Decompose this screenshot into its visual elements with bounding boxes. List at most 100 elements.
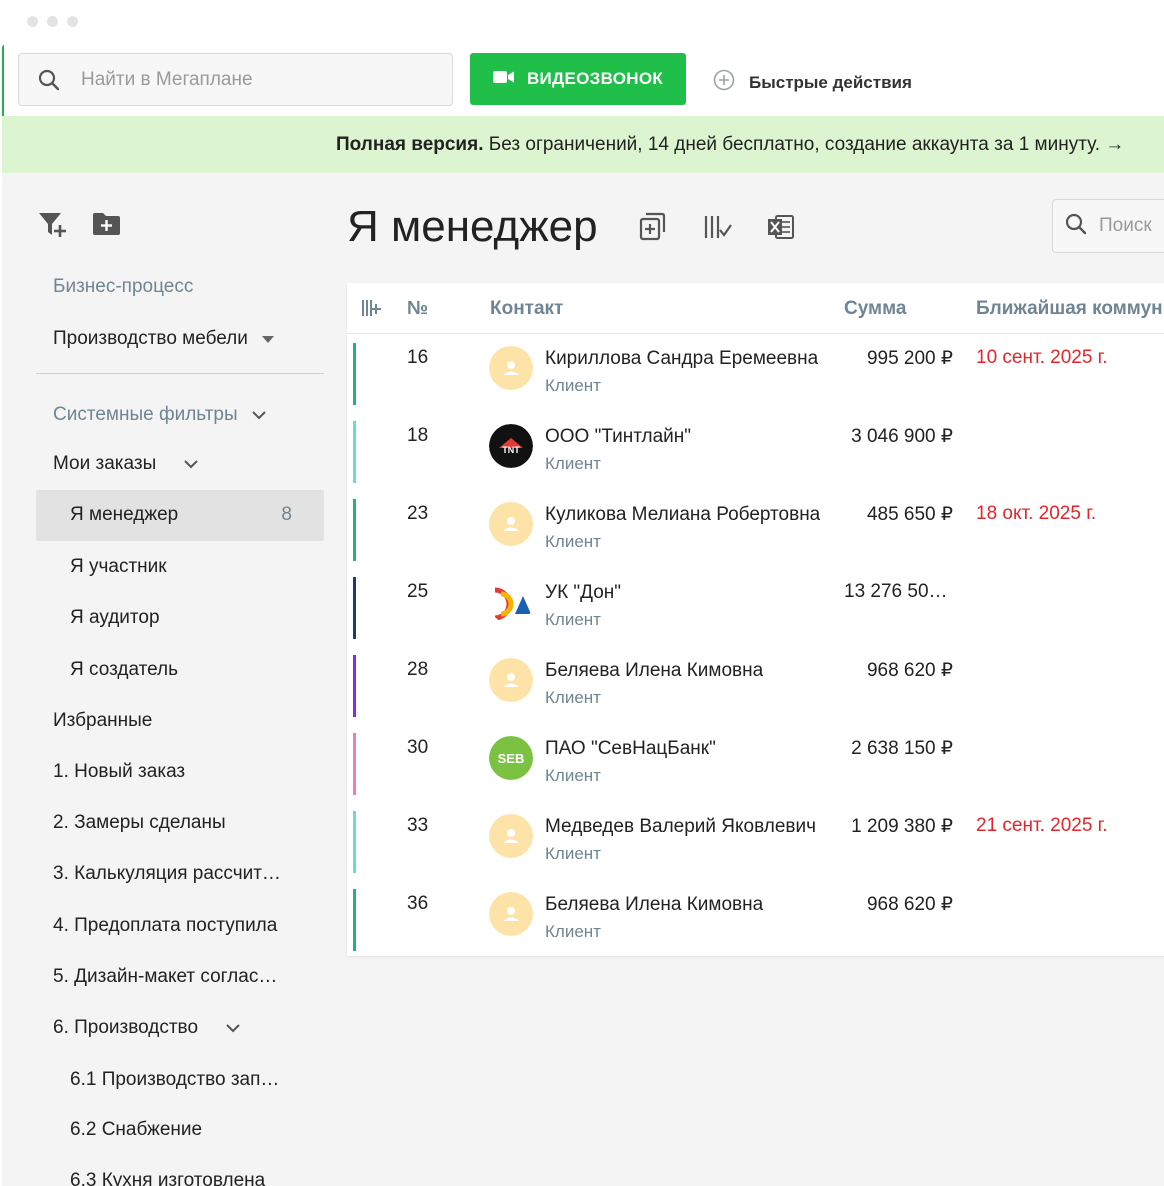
folder-add-icon[interactable] [92, 211, 122, 244]
sidebar-item-stage[interactable]: 5. Дизайн-макет соглас… [53, 966, 277, 988]
sidebar-tools [38, 211, 122, 244]
excel-icon[interactable] [766, 212, 796, 242]
process-name: Производство мебели [53, 328, 248, 349]
business-process-label: Бизнес-процесс [53, 276, 194, 297]
sidebar-divider [36, 373, 324, 374]
list-search[interactable] [1052, 199, 1164, 253]
contact-name[interactable]: Куликова Мелиана Робертовна [545, 504, 820, 526]
column-header-next-communication[interactable]: Ближайшая коммуникация [976, 298, 1164, 320]
row-number: 23 [407, 503, 429, 524]
trial-banner-bold: Полная версия. [336, 134, 484, 155]
chevron-down-icon [226, 1017, 240, 1039]
sidebar-item-stage-production[interactable]: 6. Производство [53, 1017, 240, 1039]
column-header-sum[interactable]: Сумма [844, 298, 906, 320]
contact-name[interactable]: ООО "Тинтлайн" [545, 426, 691, 448]
quick-actions-button[interactable]: Быстрые действия [713, 69, 912, 96]
row-number: 16 [407, 347, 429, 368]
sidebar: Бизнес-процесс Производство мебели Систе… [2, 173, 342, 1186]
contact-role: Клиент [545, 688, 601, 707]
contact-name[interactable]: Беляева Илена Кимовна [545, 894, 763, 916]
copy-add-icon[interactable] [638, 212, 668, 242]
company-logo [489, 580, 533, 624]
list-search-input[interactable] [1099, 215, 1164, 237]
table-row[interactable]: 16 Кириллова Сандра Еремеевна Клиент 995 20… [347, 335, 1164, 413]
sidebar-item-stage[interactable]: 3. Калькуляция рассчит… [53, 863, 281, 885]
table-row[interactable]: 23 Куликова Мелиана Робертовна Клиент 485 6… [347, 491, 1164, 569]
my-orders-toggle[interactable]: Мои заказы [53, 453, 198, 475]
user-icon [489, 814, 533, 858]
row-number: 28 [407, 659, 429, 680]
row-status-bar [353, 343, 356, 405]
deal-sum: 1 209 380 ₽ [851, 816, 953, 837]
column-header-contact[interactable]: Контакт [490, 298, 563, 320]
search-icon [37, 68, 61, 92]
search-icon [1065, 213, 1087, 240]
contact-name[interactable]: ПАО "СевНацБанк" [545, 738, 716, 760]
next-communication-date: 21 сент. 2025 г. [976, 815, 1108, 836]
user-icon [489, 502, 533, 546]
company-logo: SEB [489, 736, 533, 780]
sidebar-item-stage[interactable]: 2. Замеры сделаны [53, 812, 226, 834]
caret-down-icon [261, 328, 274, 350]
process-select[interactable]: Производство мебели [53, 328, 274, 350]
user-icon [489, 892, 533, 936]
sidebar-item-count: 8 [281, 504, 292, 525]
table-row[interactable]: 33 Медведев Валерий Яковлевич Клиент 1 209 … [347, 803, 1164, 881]
svg-text:TNT: TNT [502, 445, 520, 455]
row-status-bar [353, 811, 356, 873]
global-search-input[interactable] [81, 68, 421, 91]
contact-role: Клиент [545, 766, 601, 785]
video-call-label: ВИДЕОЗВОНОК [526, 69, 664, 88]
contact-role: Клиент [545, 532, 601, 551]
sidebar-item-stage[interactable]: 1. Новый заказ [53, 761, 185, 783]
columns-add-icon[interactable] [361, 299, 381, 323]
deal-sum: 2 638 150 ₽ [851, 738, 953, 759]
sidebar-item-substage[interactable]: 6.1 Производство зап… [70, 1069, 279, 1091]
sidebar-item-favorites[interactable]: Избранные [53, 710, 152, 732]
company-logo: TNT [489, 424, 533, 468]
sidebar-item-i-manager[interactable]: Я менеджер 8 [36, 490, 324, 541]
table-row[interactable]: 25 УК "Дон" Клиент 13 276 50… [347, 569, 1164, 647]
my-orders-label: Мои заказы [53, 453, 157, 474]
window-dot [47, 16, 58, 27]
sidebar-item-i-participant[interactable]: Я участник [70, 556, 167, 578]
system-filters-toggle[interactable]: Системные фильтры [53, 404, 266, 426]
column-header-num[interactable]: № [407, 298, 428, 320]
deal-sum: 3 046 900 ₽ [851, 426, 953, 447]
table-row[interactable]: 28 Беляева Илена Кимовна Клиент 968 620 ₽ [347, 647, 1164, 725]
sidebar-item-substage[interactable]: 6.3 Кухня изготовлена [70, 1170, 265, 1186]
row-status-bar [353, 655, 356, 717]
contact-name[interactable]: Беляева Илена Кимовна [545, 660, 763, 682]
sidebar-item-i-creator[interactable]: Я создатель [70, 659, 178, 681]
sidebar-item-label: 6. Производство [53, 1017, 199, 1038]
trial-banner[interactable]: Полная версия. Без ограничений, 14 дней … [2, 116, 1164, 173]
contact-name[interactable]: Медведев Валерий Яковлевич [545, 816, 816, 838]
sidebar-item-substage[interactable]: 6.2 Снабжение [70, 1119, 202, 1141]
contact-role: Клиент [545, 922, 601, 941]
svg-text:SEB: SEB [498, 751, 525, 766]
global-search[interactable] [18, 53, 453, 106]
top-bar: ВИДЕОЗВОНОК Быстрые действия [2, 44, 1164, 116]
video-call-button[interactable]: ВИДЕОЗВОНОК [470, 53, 686, 105]
row-status-bar [353, 577, 356, 639]
columns-check-icon[interactable] [702, 212, 732, 242]
deal-sum: 968 620 ₽ [866, 660, 953, 681]
row-status-bar [353, 889, 356, 951]
contact-role: Клиент [545, 376, 601, 395]
window-dot [27, 16, 38, 27]
contact-name[interactable]: Кириллова Сандра Еремеевна [545, 348, 818, 370]
page-title: Я менеджер [347, 202, 598, 251]
row-number: 36 [407, 893, 429, 914]
table-row[interactable]: 18 TNT ООО "Тинтлайн" Клиент 3 046 900 ₽ [347, 413, 1164, 491]
sidebar-item-stage[interactable]: 4. Предоплата поступила [53, 915, 277, 937]
table-row[interactable]: 30 SEB ПАО "СевНацБанк" Клиент 2 638 150 ₽ [347, 725, 1164, 803]
sidebar-item-label: Я менеджер [70, 504, 179, 525]
contact-role: Клиент [545, 454, 601, 473]
row-number: 18 [407, 425, 429, 446]
sidebar-item-i-auditor[interactable]: Я аудитор [70, 607, 160, 629]
filter-add-icon[interactable] [38, 211, 68, 244]
quick-actions-label: Быстрые действия [749, 72, 912, 92]
table-row[interactable]: 36 Беляева Илена Кимовна Клиент 968 620 ₽ [347, 881, 1164, 959]
contact-role: Клиент [545, 844, 601, 863]
contact-name[interactable]: УК "Дон" [545, 582, 621, 604]
